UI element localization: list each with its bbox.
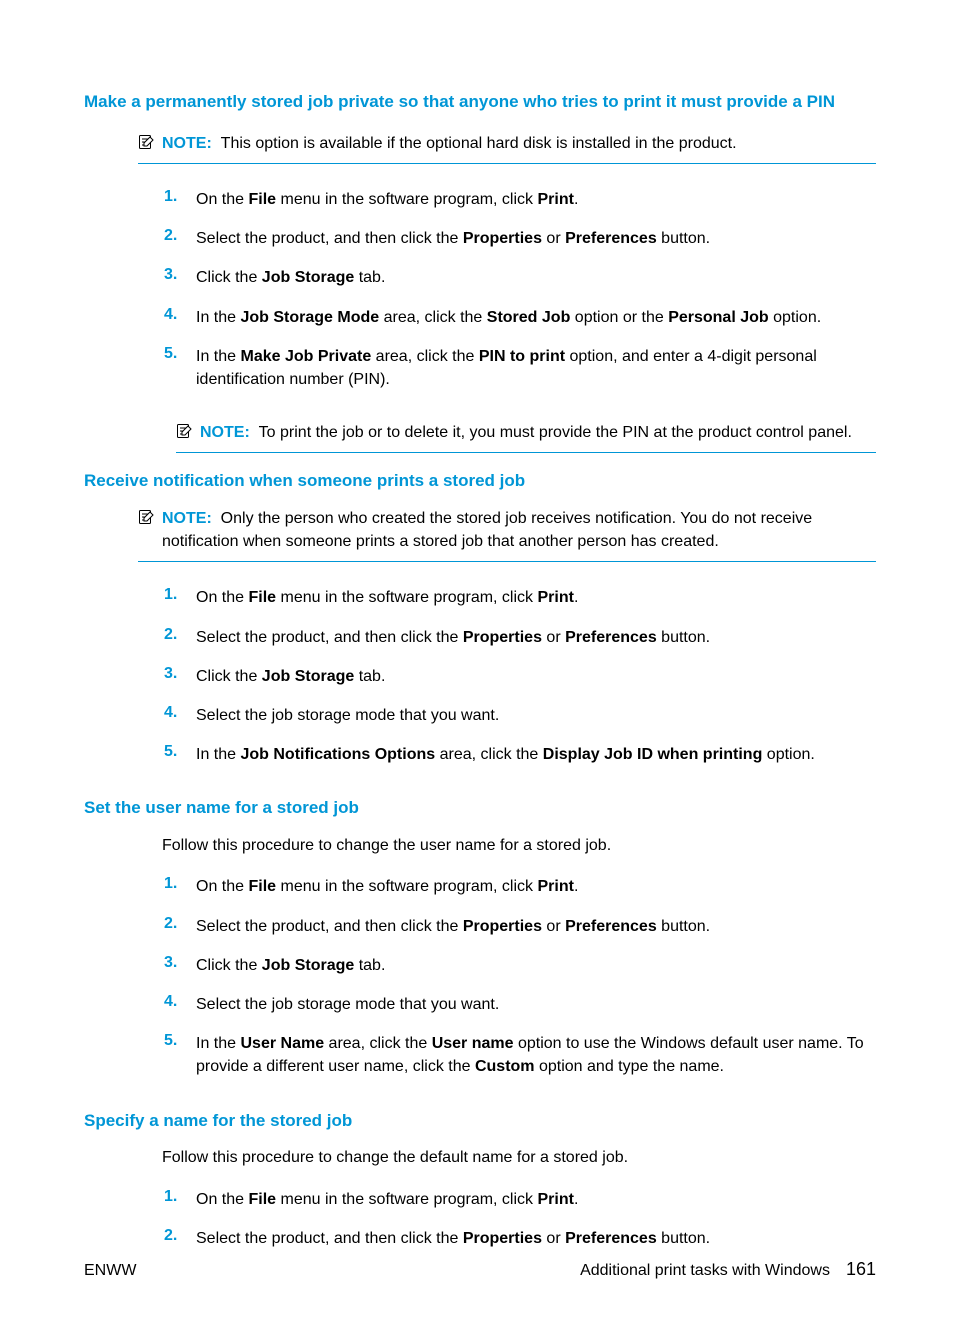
- step-item: 3.Click the Job Storage tab.: [162, 657, 876, 696]
- step-text: In the Job Storage Mode area, click the …: [196, 306, 876, 329]
- section-heading: Make a permanently stored job private so…: [84, 90, 876, 114]
- section-heading: Set the user name for a stored job: [84, 796, 876, 820]
- step-number: 5.: [162, 1032, 196, 1050]
- step-text: On the File menu in the software program…: [196, 1188, 876, 1211]
- step-list: 1.On the File menu in the software progr…: [162, 180, 876, 399]
- footer-left: ENWW: [84, 1262, 136, 1280]
- step-number: 1.: [162, 586, 196, 604]
- step-number: 1.: [162, 188, 196, 206]
- step-number: 2.: [162, 227, 196, 245]
- step-text: Click the Job Storage tab.: [196, 266, 876, 289]
- step-list: 1.On the File menu in the software progr…: [162, 1180, 876, 1258]
- section-heading: Receive notification when someone prints…: [84, 469, 876, 493]
- step-number: 5.: [162, 345, 196, 363]
- page: Make a permanently stored job private so…: [0, 0, 954, 1340]
- step-item: 3.Click the Job Storage tab.: [162, 946, 876, 985]
- step-number: 4.: [162, 704, 196, 722]
- page-footer: ENWW Additional print tasks with Windows…: [84, 1259, 876, 1280]
- step-text: Click the Job Storage tab.: [196, 954, 876, 977]
- step-number: 2.: [162, 626, 196, 644]
- step-number: 4.: [162, 306, 196, 324]
- section-heading: Specify a name for the stored job: [84, 1109, 876, 1133]
- note-text: NOTE: To print the job or to delete it, …: [200, 421, 876, 444]
- intro-paragraph: Follow this procedure to change the defa…: [162, 1146, 876, 1169]
- step-item: 4.Select the job storage mode that you w…: [162, 696, 876, 735]
- step-item: 1.On the File menu in the software progr…: [162, 867, 876, 906]
- step-item: 5.In the Make Job Private area, click th…: [162, 337, 876, 399]
- step-number: 2.: [162, 1227, 196, 1245]
- note-block: NOTE: To print the job or to delete it, …: [176, 421, 876, 453]
- step-text: In the User Name area, click the User na…: [196, 1032, 876, 1078]
- note-icon: [138, 509, 156, 525]
- step-item: 2.Select the product, and then click the…: [162, 907, 876, 946]
- note-rule: [176, 452, 876, 453]
- step-text: Select the product, and then click the P…: [196, 227, 876, 250]
- footer-section-title: Additional print tasks with Windows: [580, 1262, 830, 1280]
- step-item: 2.Select the product, and then click the…: [162, 618, 876, 657]
- step-item: 1.On the File menu in the software progr…: [162, 180, 876, 219]
- note-block: NOTE: This option is available if the op…: [138, 132, 876, 164]
- note-rule: [138, 163, 876, 164]
- step-item: 1.On the File menu in the software progr…: [162, 1180, 876, 1219]
- step-text: On the File menu in the software program…: [196, 586, 876, 609]
- step-item: 1.On the File menu in the software progr…: [162, 578, 876, 617]
- note-icon: [138, 134, 156, 150]
- step-item: 5.In the User Name area, click the User …: [162, 1024, 876, 1086]
- step-item: 2.Select the product, and then click the…: [162, 219, 876, 258]
- step-text: Click the Job Storage tab.: [196, 665, 876, 688]
- step-number: 3.: [162, 266, 196, 284]
- step-number: 2.: [162, 915, 196, 933]
- step-text: Select the job storage mode that you wan…: [196, 993, 876, 1016]
- step-number: 3.: [162, 665, 196, 683]
- step-list: 1.On the File menu in the software progr…: [162, 867, 876, 1086]
- step-text: In the Job Notifications Options area, c…: [196, 743, 876, 766]
- step-list: 1.On the File menu in the software progr…: [162, 578, 876, 774]
- note-text: NOTE: This option is available if the op…: [162, 132, 876, 155]
- step-item: 4.In the Job Storage Mode area, click th…: [162, 298, 876, 337]
- step-text: On the File menu in the software program…: [196, 188, 876, 211]
- step-text: On the File menu in the software program…: [196, 875, 876, 898]
- step-number: 1.: [162, 875, 196, 893]
- step-text: Select the product, and then click the P…: [196, 626, 876, 649]
- step-item: 5.In the Job Notifications Options area,…: [162, 735, 876, 774]
- note-text: NOTE: Only the person who created the st…: [162, 507, 876, 553]
- step-text: In the Make Job Private area, click the …: [196, 345, 876, 391]
- step-text: Select the product, and then click the P…: [196, 915, 876, 938]
- step-item: 2.Select the product, and then click the…: [162, 1219, 876, 1258]
- step-item: 3.Click the Job Storage tab.: [162, 258, 876, 297]
- intro-paragraph: Follow this procedure to change the user…: [162, 834, 876, 857]
- note-rule: [138, 561, 876, 562]
- step-number: 1.: [162, 1188, 196, 1206]
- step-text: Select the product, and then click the P…: [196, 1227, 876, 1250]
- note-icon: [176, 423, 194, 439]
- step-text: Select the job storage mode that you wan…: [196, 704, 876, 727]
- note-block: NOTE: Only the person who created the st…: [138, 507, 876, 562]
- step-number: 5.: [162, 743, 196, 761]
- page-number: 161: [846, 1259, 876, 1280]
- step-number: 3.: [162, 954, 196, 972]
- step-item: 4.Select the job storage mode that you w…: [162, 985, 876, 1024]
- step-number: 4.: [162, 993, 196, 1011]
